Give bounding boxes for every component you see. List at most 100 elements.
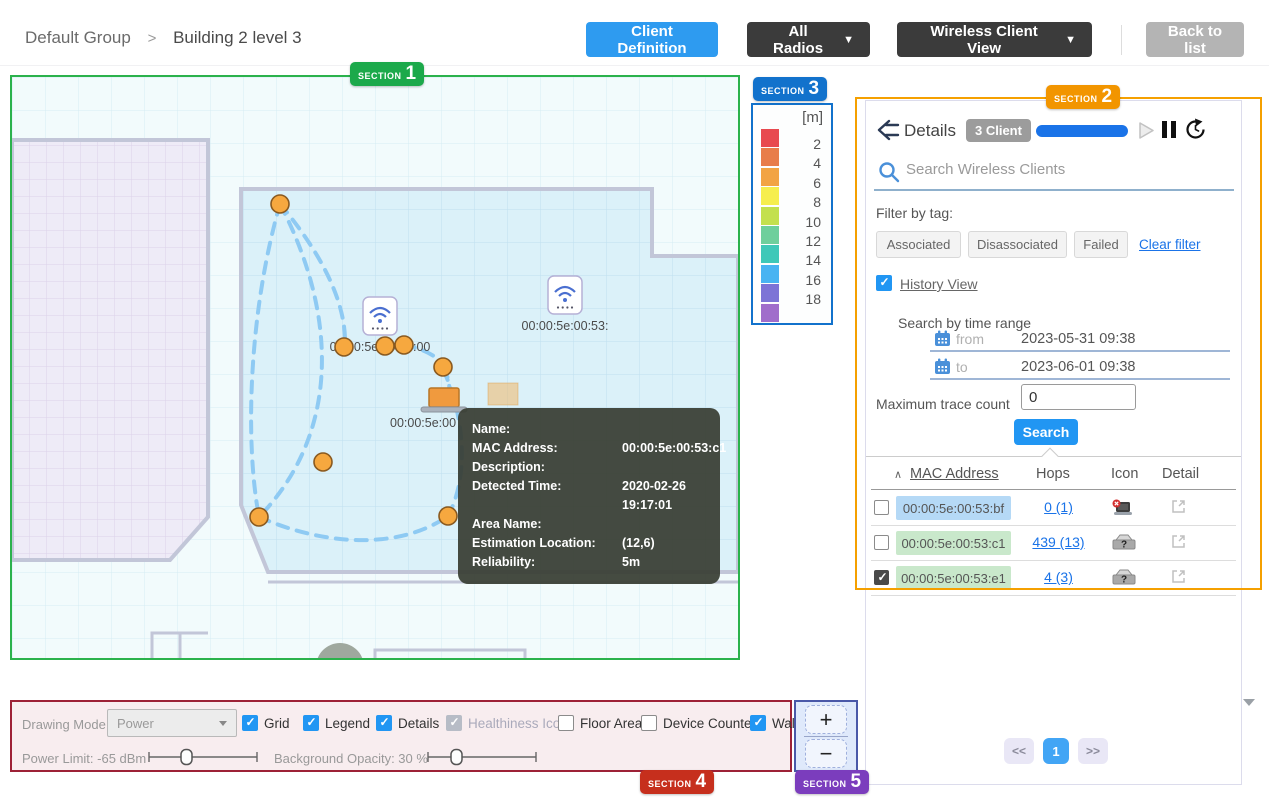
toolbar-checkbox-device-counter[interactable]: Device Counter (641, 715, 756, 731)
tooltip-row: Area Name: (472, 515, 706, 534)
clear-filter-link[interactable]: Clear filter (1139, 237, 1201, 252)
wireless-client-view-dropdown[interactable]: Wireless Client View▼ (897, 22, 1092, 57)
checkbox[interactable] (376, 715, 392, 731)
checkbox[interactable] (303, 715, 319, 731)
checkbox[interactable] (641, 715, 657, 731)
zoom-divider (804, 736, 848, 737)
back-to-list-button[interactable]: Back to list (1146, 22, 1244, 57)
filter-failed-button[interactable]: Failed (1074, 231, 1128, 258)
legend-swatch (761, 129, 779, 147)
drawing-mode-select[interactable]: Power (107, 709, 237, 737)
slider-handle[interactable] (181, 750, 192, 765)
legend-value: 2 (791, 136, 821, 152)
legend-value: 18 (791, 291, 821, 307)
legend-swatch (761, 284, 779, 302)
floor-plan-map[interactable]: 00:00:5e:00:53:00 00:00:5e:00:53: 00:00:… (10, 75, 740, 660)
toolbar-checkbox-healthiness-icon[interactable]: Healthiness Icon (446, 715, 568, 731)
sort-caret-icon[interactable]: ∧ (894, 468, 902, 481)
row-checkbox[interactable] (874, 570, 889, 585)
legend-value: 6 (791, 175, 821, 191)
checkbox[interactable] (558, 715, 574, 731)
unknown-device-icon: ? (1111, 569, 1137, 586)
wireless-clients-panel: Details 3 Client Filter by tag: Associat… (865, 100, 1242, 785)
section-1-badge: SECTION1 (350, 62, 424, 86)
table-row: 00:00:5e:00:53:c1 439 (13) ? (871, 526, 1236, 561)
row-checkbox[interactable] (874, 535, 889, 550)
from-date-value[interactable]: 2023-05-31 09:38 (1021, 331, 1136, 347)
all-radios-dropdown[interactable]: All Radios▼ (747, 22, 870, 57)
pause-icon[interactable] (1162, 121, 1176, 138)
toolbar-checkbox-grid[interactable]: Grid (242, 715, 290, 731)
client-definition-button[interactable]: Client Definition (586, 22, 718, 57)
search-wireless-clients-input[interactable] (906, 161, 1206, 178)
section-2-badge: SECTION2 (1046, 85, 1120, 109)
search-button[interactable]: Search (1014, 419, 1078, 445)
laptop-label: 00:00:5e:00 (390, 416, 456, 430)
legend-value: 8 (791, 194, 821, 210)
calendar-icon[interactable] (934, 330, 951, 347)
filter-disassociated-button[interactable]: Disassociated (968, 231, 1067, 258)
details-title: Details (904, 121, 956, 141)
filter-associated-button[interactable]: Associated (876, 231, 961, 258)
trace-dot[interactable] (376, 337, 394, 355)
checkbox[interactable] (242, 715, 258, 731)
back-icon[interactable] (874, 118, 902, 142)
laptop-error-icon (1111, 499, 1133, 517)
pagination-next-button[interactable]: >> (1078, 738, 1108, 764)
trace-dot[interactable] (395, 336, 413, 354)
time-range-label: Search by time range (898, 315, 1031, 331)
tooltip-row: Description: (472, 458, 706, 477)
trace-dot[interactable] (250, 508, 268, 526)
history-view-label[interactable]: History View (900, 276, 978, 292)
breadcrumb-group[interactable]: Default Group (25, 28, 131, 47)
toolbar-checkbox-wall[interactable]: Wall (750, 715, 798, 731)
hops-link[interactable]: 439 (13) (1021, 534, 1096, 550)
hops-link[interactable]: 0 (1) (1021, 499, 1096, 515)
access-point-icon[interactable] (363, 297, 397, 335)
trace-dot[interactable] (434, 358, 452, 376)
trace-dot[interactable] (335, 338, 353, 356)
trace-dot[interactable] (314, 453, 332, 471)
checkbox[interactable] (446, 715, 462, 731)
column-header-detail: Detail (1162, 466, 1199, 482)
zoom-out-button[interactable]: − (805, 739, 847, 768)
drawing-mode-label: Drawing Mode: (22, 717, 109, 732)
power-limit-label: Power Limit: -65 dBm (22, 751, 146, 766)
slider-handle[interactable] (451, 750, 462, 765)
mac-address-cell: 00:00:5e:00:53:c1 (896, 531, 1011, 555)
client-details-tooltip: Name:MAC Address:00:00:5e:00:53:c1Descri… (458, 408, 720, 584)
row-checkbox[interactable] (874, 500, 889, 515)
calendar-icon[interactable] (934, 358, 951, 375)
toolbar-checkbox-legend[interactable]: Legend (303, 715, 370, 731)
checkbox[interactable] (750, 715, 766, 731)
from-underline (930, 350, 1230, 352)
scroll-down-arrow-icon[interactable] (1243, 699, 1255, 706)
section-4-badge: SECTION4 (640, 770, 714, 794)
trace-dot[interactable] (271, 195, 289, 213)
external-link-icon[interactable] (1171, 499, 1186, 514)
checkbox-label: Device Counter (663, 716, 756, 731)
table-row: 00:00:5e:00:53:bf 0 (1) (871, 491, 1236, 526)
external-link-icon[interactable] (1171, 534, 1186, 549)
pagination-page-1[interactable]: 1 (1043, 738, 1069, 764)
trace-dot[interactable] (439, 507, 457, 525)
history-view-checkbox[interactable] (876, 275, 892, 291)
legend-swatch (761, 245, 779, 263)
hops-link[interactable]: 4 (3) (1021, 569, 1096, 585)
toolbar-checkbox-details[interactable]: Details (376, 715, 439, 731)
access-point-icon[interactable] (548, 276, 582, 314)
power-limit-slider[interactable] (145, 748, 261, 766)
external-link-icon[interactable] (1171, 569, 1186, 584)
play-icon[interactable] (1138, 121, 1155, 140)
refresh-timer-icon[interactable] (1184, 118, 1207, 141)
background-opacity-slider[interactable] (424, 748, 540, 766)
to-date-value[interactable]: 2023-06-01 09:38 (1021, 359, 1136, 375)
legend-value: 16 (791, 272, 821, 288)
legend-swatch (761, 168, 779, 186)
pagination-prev-button[interactable]: << (1004, 738, 1034, 764)
ap2-label: 00:00:5e:00:53: (522, 319, 609, 333)
zoom-in-button[interactable]: + (805, 705, 847, 734)
toolbar-checkbox-floor-area[interactable]: Floor Area (558, 715, 642, 731)
max-trace-count-input[interactable] (1021, 384, 1136, 410)
column-header-mac[interactable]: MAC Address (910, 466, 999, 482)
